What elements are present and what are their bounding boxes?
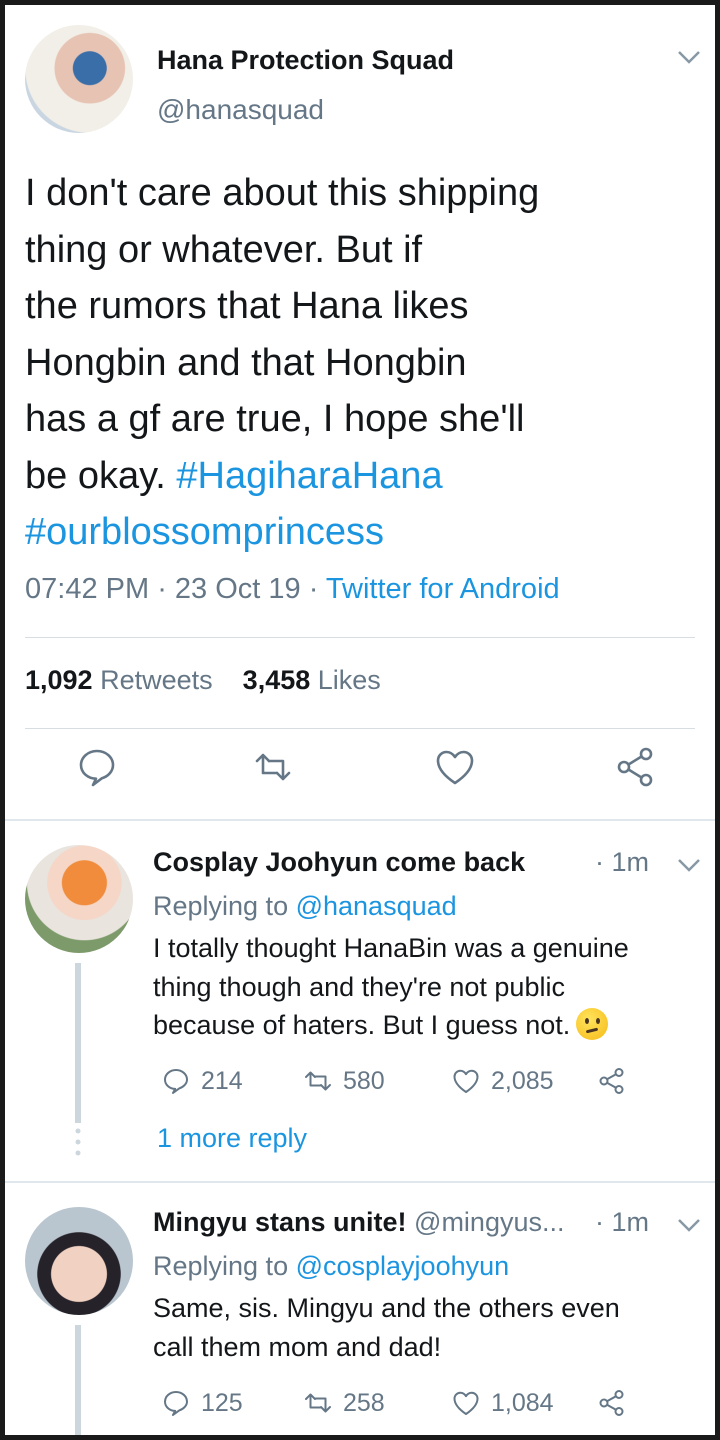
thread-dots [75,1128,81,1156]
replying-to-link[interactable]: @hanasquad [296,891,457,921]
tweet-text-line: I don't care about this shipping [25,172,540,214]
retweet-count[interactable]: 1,092 [25,665,93,695]
reply-count: 125 [201,1388,243,1417]
like-button[interactable]: 1,084 [451,1383,554,1423]
reply-button[interactable]: 214 [161,1061,243,1101]
divider [25,637,695,638]
reply-text-line: thing though and they're not public [153,971,565,1002]
replying-prefix: Replying to [153,891,296,921]
tweet-text-line: has a gf are true, I hope she'll [25,398,525,440]
reply-actions: 214 580 2,085 [153,1061,653,1101]
like-count: 1,084 [491,1388,554,1417]
reply-author-display-name: Mingyu stans unite! [153,1207,407,1237]
chevron-down-icon[interactable] [675,47,703,67]
reply-tweet[interactable]: Cosplay Joohyun come back · 1m Replying … [5,821,715,1179]
reply-time: · 1m [595,847,650,877]
retweet-count: 258 [343,1388,385,1417]
reply-text-line: I totally thought HanaBin was a genuine [153,933,629,963]
like-button[interactable]: 2,085 [451,1061,554,1101]
reply-icon [164,1069,188,1094]
reply-author-name[interactable]: Mingyu stans unite! @mingyus... [153,1207,564,1238]
retweet-icon [305,1071,331,1091]
reply-actions: 125 258 1,084 [153,1383,653,1423]
tweet-detail-screen: Hana Protection Squad @hanasquad I don't… [0,0,720,1440]
thread-line [75,1325,81,1435]
retweet-count: 580 [343,1066,385,1095]
reply-text: Same, sis. Mingyu and the others even ca… [153,1289,693,1366]
like-icon[interactable] [433,745,477,789]
retweet-icon[interactable] [251,745,295,789]
author-handle[interactable]: @hanasquad [157,94,324,126]
tweet-text-line: the rumors that Hana likes [25,285,469,327]
tweet-text-line: Hongbin and that Hongbin [25,341,467,384]
more-replies-link[interactable]: 1 more reply [157,1123,307,1154]
share-button[interactable] [597,1061,627,1101]
chevron-down-icon[interactable] [675,855,703,875]
reply-button[interactable]: 125 [161,1383,243,1423]
tweet-actions [5,745,715,805]
author-name[interactable]: Hana Protection Squad [157,45,454,76]
share-button[interactable] [597,1383,627,1423]
reply-icon[interactable] [75,745,119,789]
retweet-icon [305,1393,331,1413]
like-count: 2,085 [491,1066,554,1095]
like-icon [453,1391,479,1415]
confused-face-icon [576,1008,609,1040]
chevron-down-icon[interactable] [675,1215,703,1235]
tweet-text-line: be okay. #HagiharaHana [25,448,665,505]
hashtag-link[interactable]: #ourblossomprincess [25,504,665,561]
replying-to: Replying to @cosplayjoohyun [153,1251,509,1282]
reply-time: · 1m [595,1207,650,1237]
avatar[interactable] [25,845,133,953]
replying-to-link[interactable]: @cosplayjoohyun [296,1251,510,1281]
reply-icon [164,1391,188,1416]
thread-line [75,963,81,1123]
divider [25,728,695,729]
tweet-time: 07:42 PM [25,573,150,605]
reply-text: I totally thought HanaBin was a genuine … [153,929,693,1045]
like-icon [453,1069,479,1093]
reply-tweet[interactable]: Mingyu stans unite! @mingyus... · 1m Rep… [5,1183,715,1435]
tweet-text-plain: be okay. [25,454,177,497]
tweet-source-link[interactable]: Twitter for Android [326,573,560,605]
avatar[interactable] [25,25,133,133]
reply-text-line: Same, sis. Mingyu and the others even [153,1293,620,1323]
tweet-date: 23 Oct 19 [174,573,301,605]
retweet-button[interactable]: 580 [303,1061,385,1101]
reply-time-value: 1m [611,847,650,877]
reply-text-segment: because of haters. But I guess not. [153,1010,571,1040]
hashtag-link[interactable]: #HagiharaHana [176,455,442,497]
tweet-text-line: thing or whatever. But if [25,228,423,271]
tweet-stats: 1,092 Retweets 3,458 Likes [25,665,381,696]
retweet-button[interactable]: 258 [303,1383,385,1423]
share-icon[interactable] [613,745,657,789]
reply-time-value: 1m [611,1207,650,1237]
like-count[interactable]: 3,458 [243,665,311,695]
reply-text-line: because of haters. But I guess not. [153,1006,693,1045]
reply-author-handle: @mingyus... [414,1207,565,1237]
avatar[interactable] [25,1207,133,1315]
share-icon [599,1068,624,1094]
retweet-label[interactable]: Retweets [100,665,213,695]
reply-author-name[interactable]: Cosplay Joohyun come back [153,847,525,878]
replying-prefix: Replying to [153,1251,296,1281]
reply-count: 214 [201,1066,243,1095]
share-icon [599,1390,624,1416]
reply-text-line: call them mom and dad! [153,1331,442,1362]
tweet-text: I don't care about this shipping thing o… [25,165,665,561]
tweet-meta: 07:42 PM · 23 Oct 19 · Twitter for Andro… [25,573,560,605]
like-label[interactable]: Likes [318,665,381,695]
replying-to: Replying to @hanasquad [153,891,457,922]
